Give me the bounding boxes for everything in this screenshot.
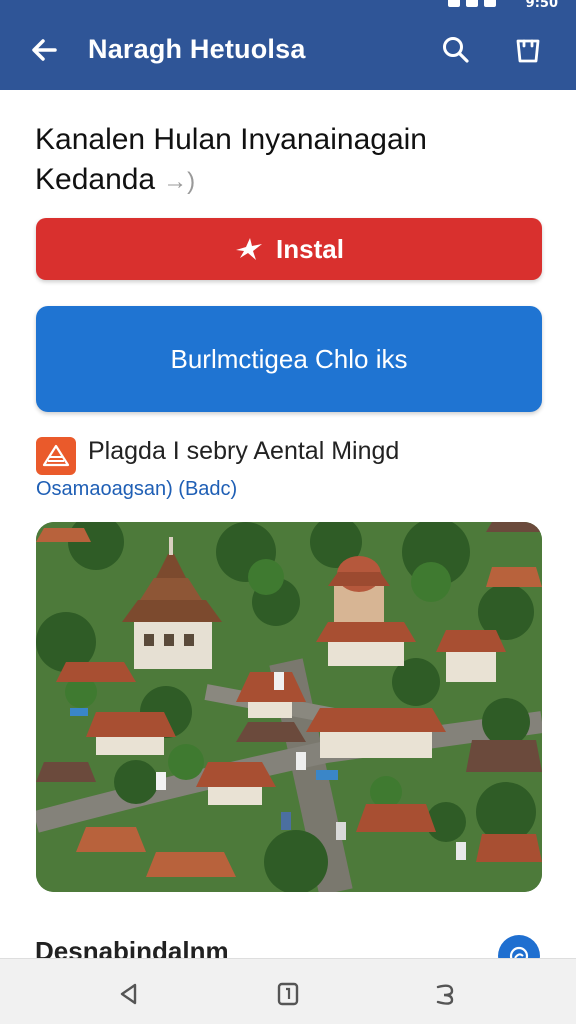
secondary-action-button[interactable]: Burlmctigea Chlo iks <box>36 306 542 412</box>
signal-icon <box>466 0 478 7</box>
install-button[interactable]: Instal <box>36 218 542 280</box>
app-title-line2: Kedanda <box>35 163 156 196</box>
spark-icon <box>236 238 263 260</box>
developer-logo-icon <box>36 437 76 475</box>
village-aerial-illustration <box>36 522 542 892</box>
shopping-bag-icon <box>516 39 540 63</box>
screen: 9:50 Naragh Hetuolsa Kanalen Hulan Inyan… <box>0 0 576 1024</box>
wifi-icon <box>448 0 460 7</box>
nav-recents-icon <box>436 984 454 1005</box>
nav-back-button[interactable] <box>112 977 146 1011</box>
secondary-action-label: Burlmctigea Chlo iks <box>170 343 408 374</box>
status-time: 9:50 <box>525 0 558 11</box>
nav-home-button[interactable] <box>271 977 305 1011</box>
hero-image[interactable] <box>36 522 542 892</box>
app-title-suffix: →) <box>163 168 196 195</box>
arrow-left-icon <box>32 39 57 61</box>
install-label: Instal <box>276 233 344 264</box>
system-nav-bar <box>0 958 576 1024</box>
shopping-bag-button[interactable] <box>510 32 546 68</box>
developer-name[interactable]: Plagda I sebry Aental Mingd <box>88 437 399 466</box>
search-icon <box>443 37 469 63</box>
nav-home-icon <box>277 982 299 1006</box>
developer-subtitle[interactable]: Osamaoagsan) (Badc) <box>36 478 237 501</box>
nav-back-icon <box>120 983 137 1005</box>
app-title: Kanalen Hulan Inyanainagain Kedanda →) <box>35 120 535 202</box>
back-button[interactable] <box>26 32 62 68</box>
app-bar-title: Naragh Hetuolsa <box>88 34 306 64</box>
search-button[interactable] <box>438 32 474 68</box>
battery-icon <box>484 0 496 7</box>
nav-recents-button[interactable] <box>428 977 462 1011</box>
app-bar: Naragh Hetuolsa <box>0 14 576 90</box>
status-bar: 9:50 <box>0 0 576 14</box>
status-icons <box>448 0 496 7</box>
app-title-line1: Kanalen Hulan Inyanainagain <box>35 123 427 156</box>
